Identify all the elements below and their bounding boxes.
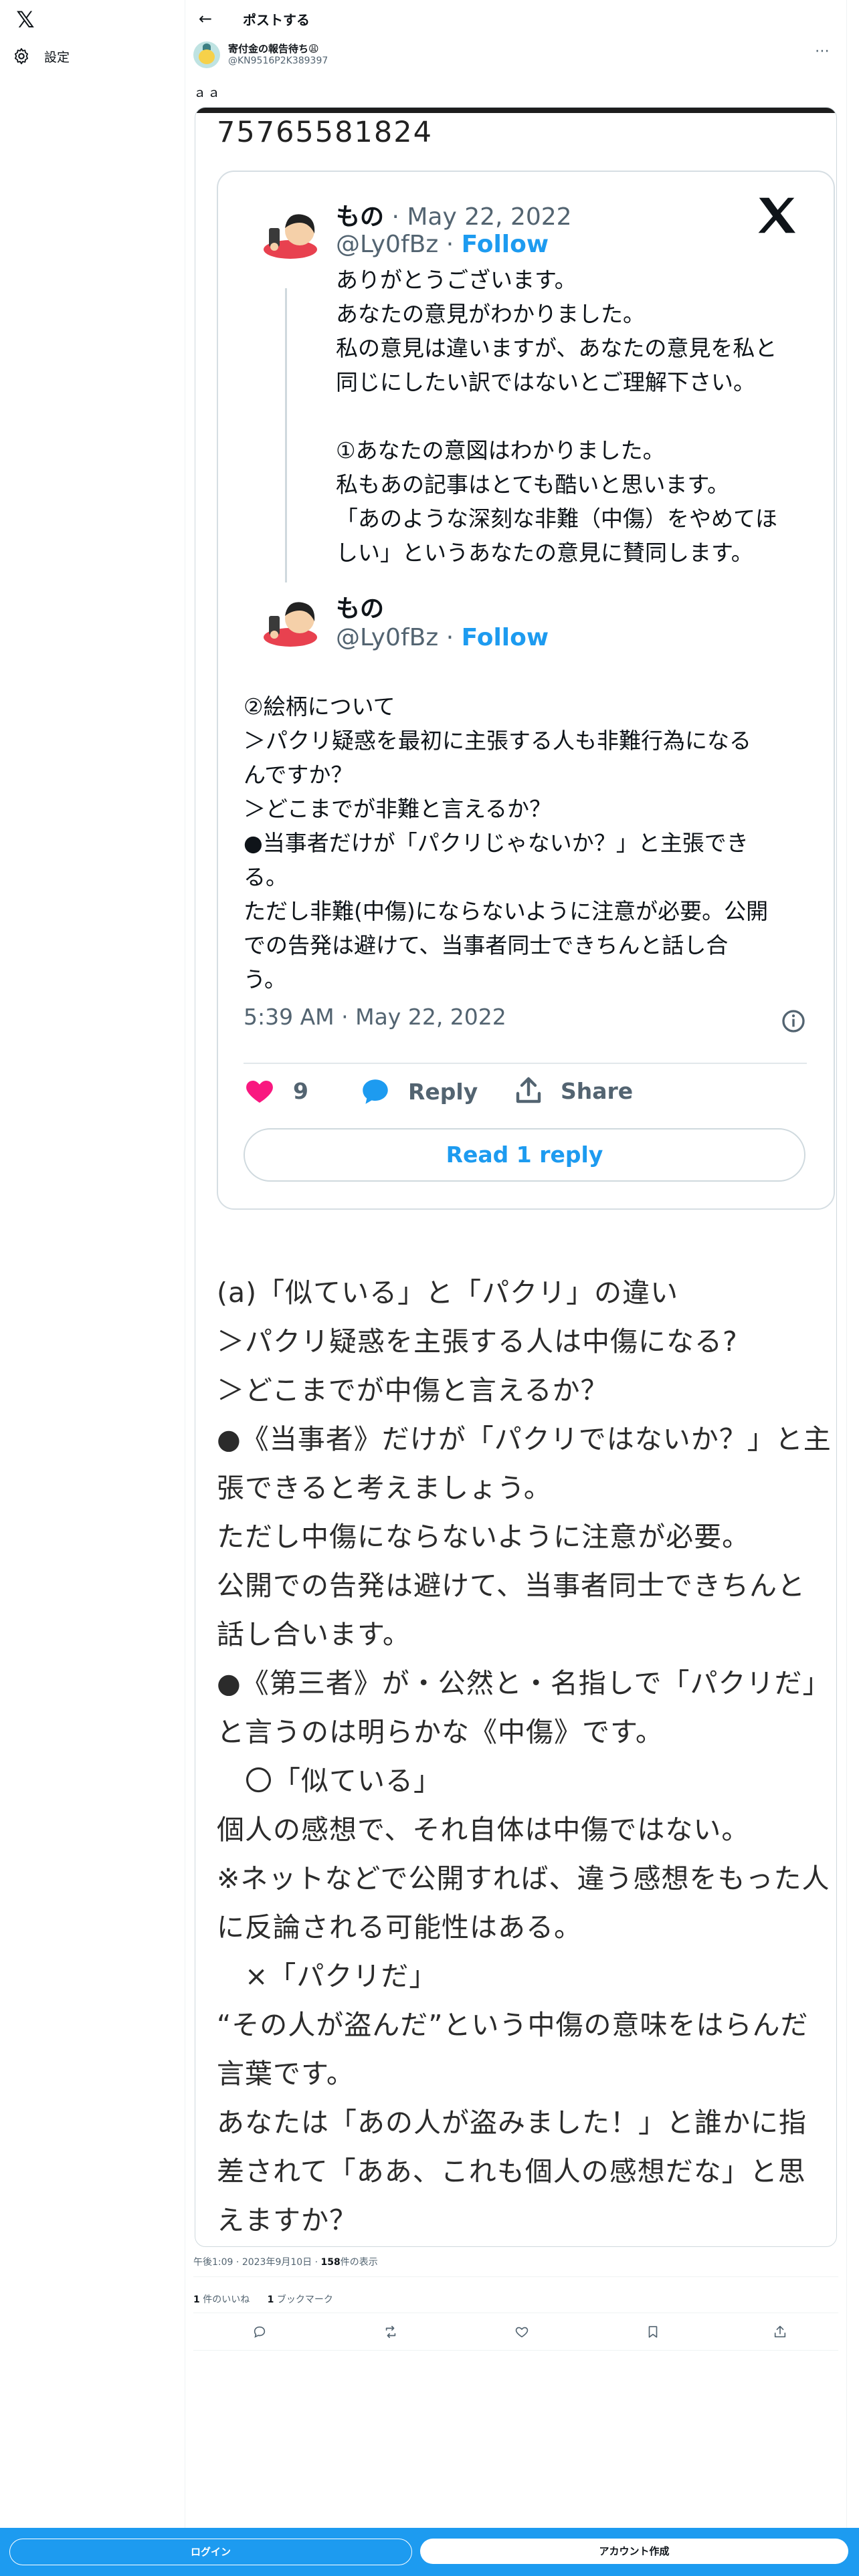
- explanation-line: と言うのは明らかな《中傷》です。: [217, 1716, 664, 1748]
- divider: [193, 2276, 838, 2277]
- embed-handle-line: @Ly0fBz · Follow: [336, 231, 549, 258]
- login-button[interactable]: ログイン: [9, 2539, 412, 2565]
- post-image[interactable]: 75765581824 もの · May 22, 2022 @Ly0fBz · …: [195, 107, 837, 2247]
- embed-reply-action: Reply: [359, 1075, 478, 1108]
- settings-label: 設定: [44, 49, 70, 65]
- explanation-line: 差されて「ああ、これも個人の感想だな」と思: [217, 2155, 806, 2187]
- image-id-number: 75765581824: [217, 116, 433, 149]
- explanation-line: に反論される可能性はある。: [217, 1911, 582, 1943]
- embed-reply-label: Reply: [408, 1078, 478, 1105]
- explanation-line: 話し合います。: [217, 1618, 411, 1650]
- likes-label: 件のいいね: [203, 2294, 250, 2305]
- post-actions: [185, 2315, 846, 2349]
- repost-icon[interactable]: [383, 2325, 399, 2341]
- explanation-line: 張できると考えましょう。: [217, 1472, 552, 1504]
- likes-count: 1: [193, 2294, 200, 2305]
- explanation-line: ●《第三者》が・公然と・名指しで「パクリだ」: [217, 1667, 831, 1699]
- embed-like-action: 9: [244, 1075, 308, 1107]
- share-upload-icon: [516, 1077, 541, 1103]
- page-title: ポストする: [243, 11, 310, 28]
- explanation-line: ※ネットなどで公開すれば、違う感想をもった人: [217, 1862, 830, 1895]
- cartoon-avatar-icon: [264, 214, 317, 259]
- explanation-line: ただし中傷にならないように注意が必要。: [217, 1521, 751, 1553]
- meta-sep: ·: [235, 2257, 240, 2268]
- views-label: 件の表示: [340, 2257, 378, 2268]
- views-count: 158: [320, 2257, 341, 2268]
- explanation-line: ＞パクリ疑惑を主張する人は中傷になる?: [217, 1325, 738, 1358]
- page-header: ← ポストする: [185, 0, 846, 37]
- embed-reply-handle: @Ly0fBz: [336, 624, 439, 651]
- cartoon-avatar-icon: [264, 602, 317, 647]
- main-column: ← ポストする 寄付金の報告待ち😩 @KN9516P2K389397 ⋯ ａａ …: [185, 0, 847, 2528]
- explanation-line: えますか？: [217, 2204, 357, 2236]
- embed-handle: @Ly0fBz: [336, 231, 439, 258]
- embed-share-label: Share: [561, 1077, 634, 1104]
- info-icon: [782, 1010, 805, 1033]
- embed-reply-author-name: もの: [336, 595, 385, 623]
- embedded-tweet-card: もの · May 22, 2022 @Ly0fBz · Follow ありがとう…: [217, 171, 835, 1210]
- read-reply-button: Read 1 reply: [244, 1128, 805, 1182]
- gear-icon: [14, 47, 29, 65]
- embed-reply-author: もの: [336, 589, 384, 624]
- embed-reply-handle-line: @Ly0fBz · Follow: [336, 624, 549, 651]
- embed-follow: Follow: [461, 231, 549, 258]
- explanation-line: あなたは「あの人が盗みました！」と誰かに指: [217, 2107, 807, 2139]
- reply-icon[interactable]: [252, 2325, 268, 2341]
- embed-author-name: もの: [336, 203, 385, 231]
- avatar[interactable]: [193, 41, 220, 68]
- create-account-button[interactable]: アカウント作成: [420, 2539, 848, 2564]
- post-stats: 1 件のいいね 1 ブックマーク: [193, 2292, 333, 2306]
- x-brand-icon: [758, 197, 795, 233]
- explanation-text: (a)「似ている」と「パクリ」の違い ＞パクリ疑惑を主張する人は中傷になる? ＞…: [217, 1269, 832, 2245]
- left-sidebar: 𝕏 設定: [0, 0, 185, 2528]
- post-time[interactable]: 午後1:09: [193, 2257, 233, 2268]
- explanation-line: 個人の感想で、それ自体は中傷ではない。: [217, 1814, 750, 1846]
- explanation-line: 〇「似ている」: [217, 1765, 442, 1797]
- bookmark-icon[interactable]: [646, 2325, 662, 2341]
- explanation-line: “その人が盗んだ”という中傷の意味をはらんだ: [217, 2009, 809, 2041]
- thread-connector: [285, 288, 287, 582]
- bottom-signup-bar: ログイン アカウント作成: [0, 2528, 859, 2576]
- embed-sep: ·: [446, 231, 454, 258]
- explanation-line: 公開での告発は避けて、当事者同士できちんと: [217, 1570, 805, 1602]
- heart-icon: [246, 1081, 273, 1103]
- back-arrow-icon[interactable]: ←: [193, 7, 217, 31]
- speech-bubble-icon: [363, 1079, 388, 1104]
- divider: [193, 2350, 838, 2351]
- explanation-line: ＞どこまでが中傷と言えるか？: [217, 1374, 609, 1406]
- post-text: ａａ: [193, 86, 222, 100]
- author-display-name[interactable]: 寄付金の報告待ち😩: [228, 43, 328, 56]
- embed-share-action: Share: [512, 1075, 633, 1107]
- post-author[interactable]: 寄付金の報告待ち😩 @KN9516P2K389397: [193, 39, 328, 71]
- likes-stat[interactable]: 1 件のいいね: [193, 2294, 250, 2305]
- explanation-line: ●《当事者》だけが「パクリではないか？」と主: [217, 1423, 832, 1455]
- more-options-icon[interactable]: ⋯: [810, 41, 834, 66]
- embed-date: May 22, 2022: [407, 203, 572, 231]
- explanation-line: (a)「似ている」と「パクリ」の違い: [217, 1277, 679, 1309]
- bookmarks-stat[interactable]: 1 ブックマーク: [268, 2294, 333, 2305]
- image-top-strip: [195, 108, 836, 113]
- embed-sep: ·: [446, 624, 454, 651]
- embed-reply-follow: Follow: [461, 624, 549, 651]
- meta-sep: ·: [314, 2257, 318, 2268]
- explanation-line: 言葉です。: [217, 2058, 355, 2090]
- embed-timestamp: 5:39 AM · May 22, 2022: [244, 1004, 506, 1030]
- like-icon[interactable]: [514, 2325, 531, 2341]
- explanation-line: ×「パクリだ」: [217, 1960, 438, 1992]
- author-handle[interactable]: @KN9516P2K389397: [228, 56, 328, 66]
- post-date[interactable]: 2023年9月10日: [242, 2257, 312, 2268]
- post-meta: 午後1:09 · 2023年9月10日 · 158件の表示: [193, 2255, 378, 2268]
- embed-like-count: 9: [293, 1077, 308, 1104]
- embed-text-2: ②絵柄について ＞パクリ疑惑を最初に主張する人も非難行為になる んですか？ ＞ど…: [244, 693, 769, 992]
- embed-text-1: ありがとうございます。 あなたの意見がわかりました。 私の意見は違いますが、あな…: [336, 267, 777, 566]
- bookmarks-label: ブックマーク: [276, 2294, 333, 2305]
- settings-link[interactable]: 設定: [12, 44, 70, 68]
- embed-sep: ·: [391, 203, 399, 231]
- bookmarks-count: 1: [267, 2294, 274, 2305]
- embed-header-line: もの · May 22, 2022: [336, 197, 572, 232]
- share-icon[interactable]: [773, 2325, 789, 2341]
- embed-divider: [244, 1063, 807, 1064]
- x-logo-icon[interactable]: 𝕏: [12, 7, 39, 33]
